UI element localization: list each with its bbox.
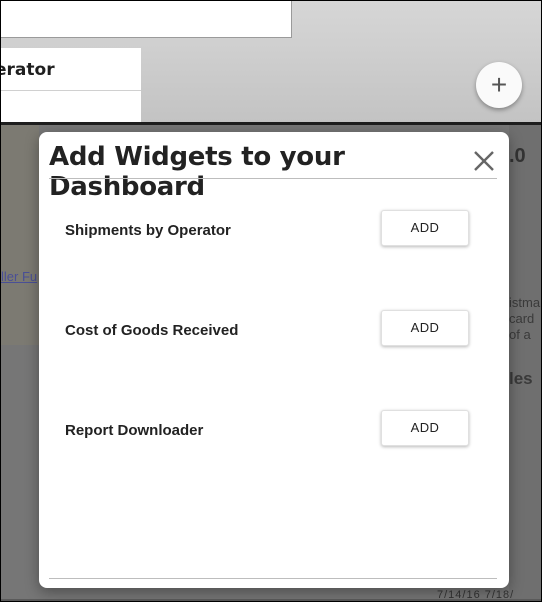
background-stat-number: .0 [509,145,526,167]
widget-row-report-downloader: Report Downloader ADD [65,410,485,450]
dialog-footer-divider [49,578,497,579]
background-card-divider [1,90,141,91]
background-left-panel [1,125,39,345]
add-report-downloader-button[interactable]: ADD [381,410,469,446]
background-link: ller Fu [1,269,38,284]
background-text-line: of a [509,327,531,342]
app-frame: erator + ller Fu .0 istma card of a les … [0,0,542,602]
background-text-line: istma [509,295,541,310]
background-text: istma card of a [509,295,540,343]
dialog-header-divider [49,178,497,179]
add-cost-of-goods-received-button[interactable]: ADD [381,310,469,346]
background-card-title: erator [0,60,55,80]
add-shipments-by-operator-button[interactable]: ADD [381,210,469,246]
widget-row-cost-of-goods-received: Cost of Goods Received ADD [65,310,485,350]
close-icon[interactable] [469,146,499,176]
add-widgets-dialog: Add Widgets to your Dashboard Shipments … [39,132,509,588]
dialog-title: Add Widgets to your Dashboard [49,142,345,202]
background-card-top [1,1,292,38]
background-bottom-strip [1,599,541,601]
background-right-panel: .0 istma card of a les [509,125,541,601]
widget-name: Cost of Goods Received [65,322,239,339]
add-widget-fab[interactable]: + [476,62,522,108]
widget-row-shipments-by-operator: Shipments by Operator ADD [65,210,485,250]
widget-name: Report Downloader [65,422,204,439]
background-widget-card: erator [1,48,141,122]
background-text-line: card [509,311,535,326]
widget-name: Shipments by Operator [65,222,231,239]
background-heading: les [509,369,533,388]
